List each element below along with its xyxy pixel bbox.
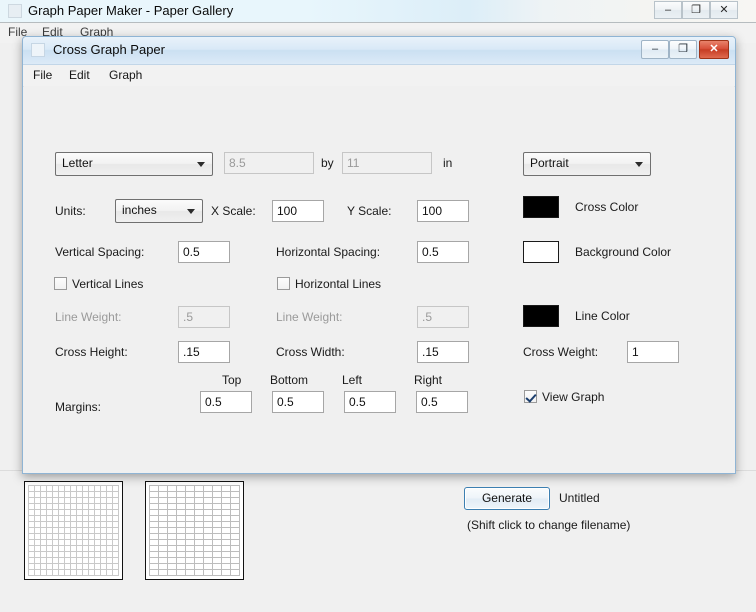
margin-top-label: Top <box>222 373 242 387</box>
generate-button[interactable]: Generate <box>464 487 550 510</box>
margin-right-field[interactable]: 0.5 <box>416 391 468 413</box>
units-value: inches <box>122 203 157 217</box>
vertical-spacing-field[interactable]: 0.5 <box>178 241 230 263</box>
dialog-menu-graph[interactable]: Graph <box>109 68 142 82</box>
dialog-menubar: File Edit Graph <box>23 65 735 87</box>
cross-width-label: Cross Width: <box>276 345 345 359</box>
cross-weight-label: Cross Weight: <box>523 345 599 359</box>
paper-height-field[interactable]: 11 <box>342 152 432 174</box>
vertical-spacing-label: Vertical Spacing: <box>55 245 145 259</box>
orientation-select[interactable]: Portrait <box>523 152 651 176</box>
background-close-button[interactable]: ✕ <box>710 1 738 19</box>
dialog-menu-edit[interactable]: Edit <box>69 68 90 82</box>
paper-size-select[interactable]: Letter <box>55 152 213 176</box>
cross-graph-paper-dialog: Cross Graph Paper – ❐ ✕ File Edit Graph … <box>22 36 736 532</box>
horizontal-lines-label: Horizontal Lines <box>295 277 382 291</box>
left-line-weight-label: Line Weight: <box>55 310 122 324</box>
orientation-value: Portrait <box>530 156 569 170</box>
margin-right-label: Right <box>414 373 443 387</box>
chevron-down-icon <box>635 162 643 167</box>
brick-paper-thumbnail[interactable] <box>145 481 244 580</box>
checkbox-box <box>524 390 537 403</box>
background-color-label: Background Color <box>575 245 672 259</box>
horizontal-spacing-field[interactable]: 0.5 <box>417 241 469 263</box>
paper-width-field[interactable]: 8.5 <box>224 152 314 174</box>
brick-pattern <box>149 485 240 576</box>
cross-height-label: Cross Height: <box>55 345 128 359</box>
vertical-lines-checkbox[interactable]: Vertical Lines <box>54 277 143 291</box>
grid-pattern <box>28 485 119 576</box>
checkbox-box <box>54 277 67 290</box>
cross-weight-field[interactable]: 1 <box>627 341 679 363</box>
margin-bottom-field[interactable]: 0.5 <box>272 391 324 413</box>
margin-bottom-label: Bottom <box>270 373 309 387</box>
checkbox-box <box>277 277 290 290</box>
right-line-weight-label: Line Weight: <box>276 310 343 324</box>
paper-gallery <box>0 470 756 612</box>
y-scale-label: Y Scale: <box>347 204 392 218</box>
dialog-minimize-button[interactable]: – <box>641 40 669 59</box>
dialog-titlebar[interactable]: Cross Graph Paper – ❐ ✕ <box>23 37 735 65</box>
margin-left-label: Left <box>342 373 363 387</box>
grid-paper-thumbnail[interactable] <box>24 481 123 580</box>
x-scale-label: X Scale: <box>211 204 256 218</box>
app-icon <box>8 4 22 18</box>
line-color-label: Line Color <box>575 309 630 323</box>
filename-label: Untitled <box>559 491 600 505</box>
dialog-body: Letter 8.5 by 11 in Portrait Units: inch… <box>24 86 734 532</box>
left-line-weight-field[interactable]: .5 <box>178 306 230 328</box>
horizontal-spacing-label: Horizontal Spacing: <box>276 245 381 259</box>
view-graph-label: View Graph <box>542 390 605 404</box>
dialog-menu-file[interactable]: File <box>33 68 52 82</box>
cross-color-label: Cross Color <box>575 200 639 214</box>
paper-size-value: Letter <box>62 156 93 170</box>
dialog-close-button[interactable]: ✕ <box>699 40 729 59</box>
chevron-down-icon <box>187 209 195 214</box>
background-window-title: Graph Paper Maker - Paper Gallery <box>28 3 234 18</box>
vertical-lines-label: Vertical Lines <box>72 277 144 291</box>
background-minimize-button[interactable]: – <box>654 1 682 19</box>
dialog-title: Cross Graph Paper <box>53 42 165 57</box>
unit-label: in <box>443 156 453 170</box>
dialog-maximize-button[interactable]: ❐ <box>669 40 697 59</box>
units-select[interactable]: inches <box>115 199 203 223</box>
line-color-swatch[interactable] <box>523 305 559 327</box>
background-window-titlebar: Graph Paper Maker - Paper Gallery – ❐ ✕ <box>0 0 756 23</box>
margin-left-field[interactable]: 0.5 <box>344 391 396 413</box>
by-label: by <box>321 156 334 170</box>
margins-label: Margins: <box>55 400 102 414</box>
cross-height-field[interactable]: .15 <box>178 341 230 363</box>
units-label: Units: <box>55 204 86 218</box>
right-line-weight-field[interactable]: .5 <box>417 306 469 328</box>
chevron-down-icon <box>197 162 205 167</box>
cross-color-swatch[interactable] <box>523 196 559 218</box>
background-color-swatch[interactable] <box>523 241 559 263</box>
dialog-icon <box>31 43 45 57</box>
cross-width-field[interactable]: .15 <box>417 341 469 363</box>
x-scale-field[interactable]: 100 <box>272 200 324 222</box>
horizontal-lines-checkbox[interactable]: Horizontal Lines <box>277 277 381 291</box>
y-scale-field[interactable]: 100 <box>417 200 469 222</box>
view-graph-checkbox[interactable]: View Graph <box>524 390 604 404</box>
background-maximize-button[interactable]: ❐ <box>682 1 710 19</box>
filename-hint: (Shift click to change filename) <box>467 518 631 532</box>
margin-top-field[interactable]: 0.5 <box>200 391 252 413</box>
